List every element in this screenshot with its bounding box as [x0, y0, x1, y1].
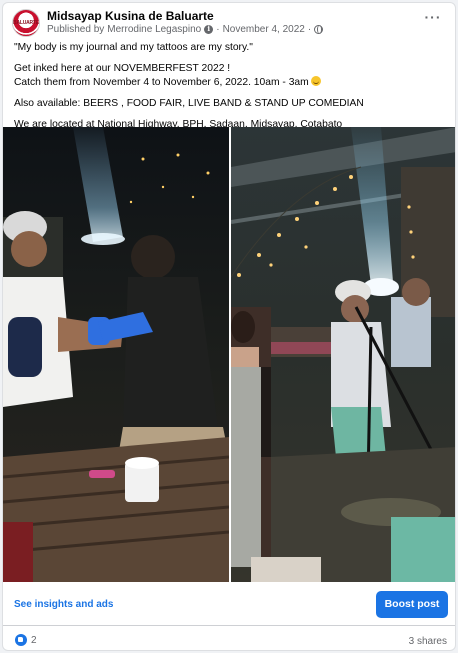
insights-bar: See insights and ads Boost post: [3, 582, 455, 626]
post-meta: Published by Merrodine Legaspino · Novem…: [47, 24, 324, 35]
shares-count[interactable]: 3 shares: [409, 636, 447, 647]
reactions-bar: 2 3 shares: [3, 627, 455, 650]
smile-emoji-icon: [310, 75, 321, 86]
photo-grid: [3, 127, 455, 582]
more-options-button[interactable]: ···: [421, 10, 445, 29]
meta-separator-2: ·: [307, 24, 312, 35]
published-by-label: Published by: [47, 24, 105, 35]
info-icon[interactable]: [204, 24, 214, 34]
photo-tattoo-closeup[interactable]: [3, 127, 229, 582]
see-insights-link[interactable]: See insights and ads: [14, 599, 113, 610]
post-card: BALUARTE Midsayap Kusina de Baluarte Pub…: [2, 2, 456, 651]
page-avatar[interactable]: BALUARTE: [12, 9, 40, 37]
post-line-schedule: Catch them from November 4 to November 6…: [14, 75, 450, 90]
reaction-count[interactable]: 2: [31, 635, 37, 646]
avatar-logo-text: BALUARTE: [13, 20, 39, 26]
post-date-link[interactable]: November 4, 2022: [223, 24, 305, 35]
like-reaction-icon[interactable]: [15, 634, 27, 646]
post-line-quote: "My body is my journal and my tattoos ar…: [14, 42, 253, 53]
meta-separator: ·: [216, 24, 220, 35]
photo-tattoo-session[interactable]: [231, 127, 455, 582]
post-line-also-available: Also available: BEERS , FOOD FAIR, LIVE …: [14, 97, 364, 109]
photo-tattoo-session-image: [231, 127, 455, 582]
author-link[interactable]: Merrodine Legaspino: [107, 24, 201, 35]
post-header: BALUARTE Midsayap Kusina de Baluarte Pub…: [3, 3, 455, 41]
post-line-schedule-text: Catch them from November 4 to November 6…: [14, 76, 309, 88]
page-name-link[interactable]: Midsayap Kusina de Baluarte: [47, 9, 214, 23]
post-line-get-inked: Get inked here at our NOVEMBERFEST 2022 …: [14, 63, 231, 74]
globe-icon: [314, 25, 324, 34]
photo-tattoo-closeup-image: [3, 127, 229, 582]
post-body: "My body is my journal and my tattoos ar…: [14, 41, 450, 139]
boost-post-button[interactable]: Boost post: [376, 591, 448, 618]
